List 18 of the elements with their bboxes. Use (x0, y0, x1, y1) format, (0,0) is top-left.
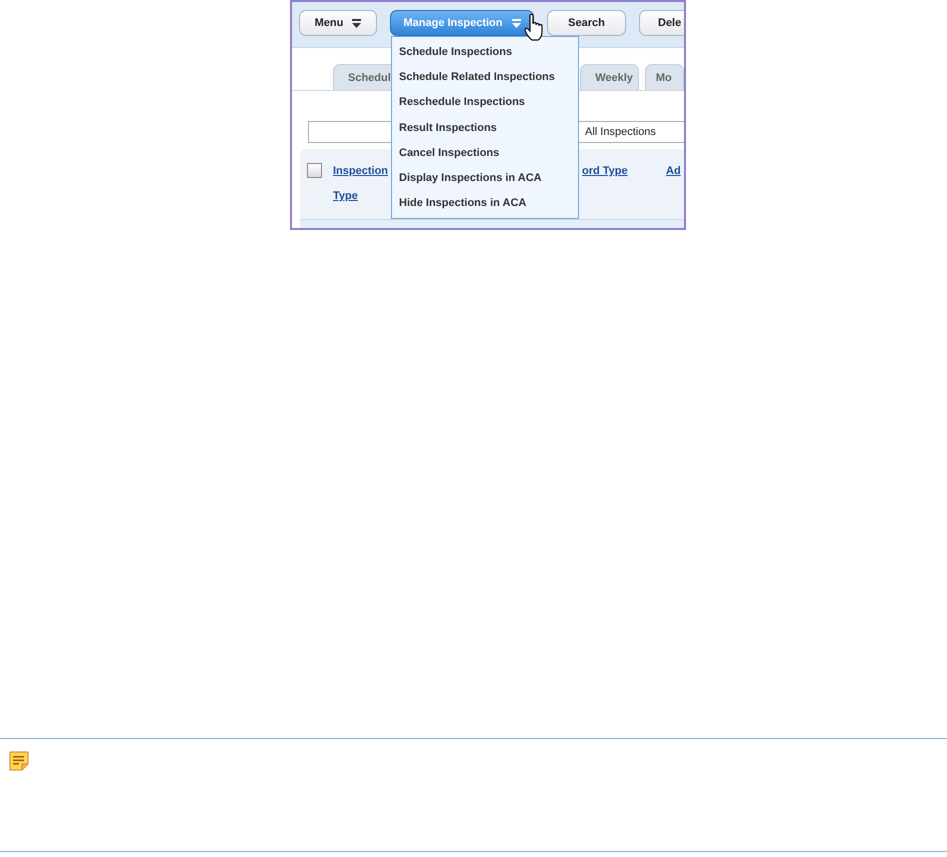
hand-cursor-icon (524, 13, 544, 41)
column-header-link[interactable]: ord Type (582, 159, 666, 184)
menu-item[interactable]: Reschedule Inspections (392, 90, 578, 115)
menu-item[interactable]: Result Inspections (392, 114, 578, 140)
tab[interactable]: Weekly (580, 64, 639, 90)
tab[interactable]: Mo (644, 64, 684, 90)
menu-item[interactable]: Schedule Inspections (392, 39, 578, 64)
menu-item[interactable]: Display Inspections in ACA (392, 165, 578, 191)
menu-item[interactable]: Hide Inspections in ACA (392, 190, 578, 216)
toolbar-button[interactable]: Menu (299, 10, 377, 36)
note-icon (9, 751, 29, 771)
menu-item[interactable]: Cancel Inspections (392, 140, 578, 166)
toolbar-button[interactable]: Dele (639, 10, 684, 36)
column-header-link[interactable]: Inspection Type (333, 159, 395, 209)
checkbox[interactable] (307, 163, 322, 178)
menu-item[interactable]: Schedule Related Inspections (392, 64, 578, 90)
toolbar-button[interactable]: Search (547, 10, 626, 36)
column-header-link[interactable]: Ad (666, 159, 684, 184)
